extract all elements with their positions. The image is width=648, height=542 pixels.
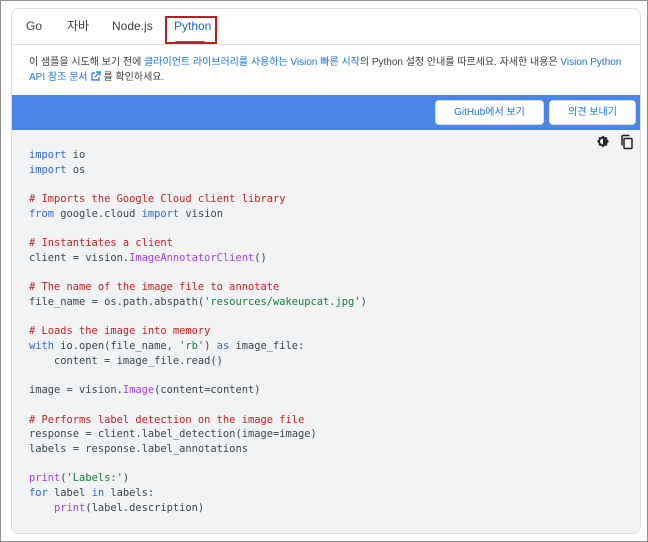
code-text: io bbox=[66, 149, 86, 161]
tab-nodejs[interactable]: Node.js bbox=[112, 9, 153, 44]
code-keyword: import bbox=[141, 207, 180, 220]
code-comment: # The name of the image file to annotate bbox=[29, 281, 280, 294]
code-text: (label.description) bbox=[85, 501, 205, 514]
code-text: ) bbox=[204, 340, 217, 353]
code-text: label bbox=[47, 487, 92, 500]
action-bar: GitHub에서 보기 의견 보내기 bbox=[12, 95, 640, 130]
copy-icon[interactable] bbox=[619, 134, 635, 150]
code-string: 'rb' bbox=[179, 340, 205, 353]
python-code: import io import os # Imports the Google… bbox=[29, 148, 367, 516]
code-keyword: import bbox=[29, 149, 67, 161]
intro-section: 이 샘플을 시도해 보기 전에 클라이언트 라이브러리를 사용하는 Vision… bbox=[12, 45, 640, 95]
code-block: import io import os # Imports the Google… bbox=[12, 130, 640, 533]
code-comment: # Loads the image into memory bbox=[29, 325, 211, 338]
code-text: os bbox=[66, 163, 86, 176]
code-text: response = client.label_detection(image=… bbox=[29, 428, 317, 441]
code-text: google.cloud bbox=[54, 207, 142, 220]
code-sample-card: Go 자바 Node.js Python 이 샘플을 시도해 보기 전에 클라이… bbox=[11, 8, 641, 534]
code-text: content = image_file.read() bbox=[29, 354, 223, 367]
code-text: (content=content) bbox=[154, 384, 261, 397]
intro-suffix: 를 확인하세요. bbox=[103, 72, 165, 83]
code-keyword: with bbox=[29, 340, 55, 353]
code-builtin: print bbox=[29, 472, 61, 485]
dark-mode-icon[interactable] bbox=[595, 134, 611, 150]
code-class-name: ImageAnnotatorClient bbox=[129, 251, 255, 264]
code-keyword: in bbox=[91, 487, 105, 500]
code-keyword: import bbox=[29, 163, 67, 176]
quickstart-link[interactable]: 클라이언트 라이브러리를 사용하는 Vision 빠른 시작 bbox=[144, 57, 360, 68]
code-text: labels: bbox=[104, 487, 155, 500]
external-link-icon[interactable] bbox=[91, 71, 102, 81]
code-text: vision bbox=[179, 207, 223, 220]
code-keyword: for bbox=[29, 487, 48, 500]
code-comment: # Performs label detection on the image … bbox=[29, 413, 305, 426]
code-text: io.open(file_name, bbox=[54, 340, 180, 353]
send-feedback-button[interactable]: 의견 보내기 bbox=[549, 100, 636, 125]
code-text: ) bbox=[122, 472, 130, 485]
tab-go[interactable]: Go bbox=[26, 9, 42, 44]
code-text: labels = response.label_annotations bbox=[29, 443, 248, 456]
code-text: file_name = os.path.abspath( bbox=[29, 296, 205, 309]
intro-text: 이 샘플을 시도해 보기 전에 클라이언트 라이브러리를 사용하는 Vision… bbox=[29, 55, 629, 85]
code-keyword: as bbox=[216, 340, 230, 353]
code-comment: # Instantiates a client bbox=[29, 237, 173, 250]
code-comment: # Imports the Google Cloud client librar… bbox=[29, 193, 286, 206]
code-builtin: print bbox=[54, 501, 86, 514]
code-text: () bbox=[254, 251, 267, 264]
intro-prefix: 이 샘플을 시도해 보기 전에 bbox=[29, 57, 145, 68]
code-text: image_file: bbox=[229, 340, 305, 353]
code-text: client = vision. bbox=[29, 251, 130, 264]
intro-middle: 의 Python 설정 안내를 따르세요. 자세한 내용은 bbox=[359, 57, 561, 68]
tab-highlight-box bbox=[165, 16, 217, 44]
tab-java[interactable]: 자바 bbox=[67, 9, 89, 44]
language-tabs: Go 자바 Node.js Python bbox=[12, 9, 640, 45]
code-text: image = vision. bbox=[29, 384, 123, 397]
code-string: 'resources/wakeupcat.jpg' bbox=[204, 296, 361, 309]
code-class-name: Image bbox=[122, 384, 155, 397]
screenshot-frame: Go 자바 Node.js Python 이 샘플을 시도해 보기 전에 클라이… bbox=[0, 0, 648, 542]
code-text: ) bbox=[360, 296, 367, 309]
code-string: 'Labels:' bbox=[66, 472, 123, 485]
view-on-github-button[interactable]: GitHub에서 보기 bbox=[435, 100, 544, 125]
code-keyword: from bbox=[29, 207, 55, 220]
